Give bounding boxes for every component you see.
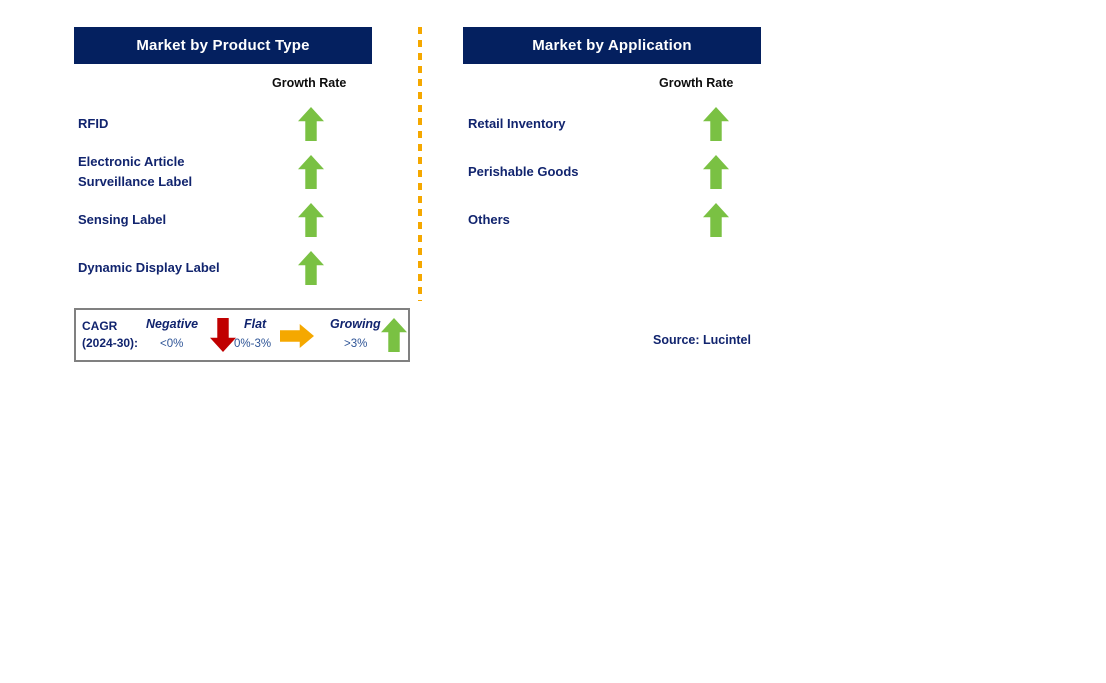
row-label-perishable-goods: Perishable Goods: [468, 164, 579, 179]
growth-indicator: [703, 155, 729, 189]
row-label-others: Others: [468, 212, 510, 227]
arrow-right-icon: [280, 324, 314, 348]
arrow-up-icon: [703, 203, 729, 237]
growth-indicator: [298, 107, 324, 141]
arrow-up-icon: [298, 203, 324, 237]
legend-range-negative: <0%: [160, 338, 184, 350]
table-row: Others: [463, 196, 803, 244]
table-row: Dynamic Display Label: [74, 244, 414, 292]
arrow-up-icon: [381, 318, 407, 352]
table-row: Sensing Label: [74, 196, 414, 244]
legend-label-growing: Growing: [330, 317, 381, 331]
table-row: Electronic Article Surveillance Label: [74, 148, 414, 196]
legend-cagr-label: CAGR (2024-30):: [82, 319, 139, 350]
product-type-row-list: RFID Electronic Article Surveillance Lab…: [74, 100, 414, 292]
arrow-up-glyph: [381, 318, 407, 352]
growth-indicator: [703, 107, 729, 141]
growth-indicator: [298, 203, 324, 237]
legend-label-negative: Negative: [146, 317, 199, 331]
growth-rate-column-header-application: Growth Rate: [659, 76, 734, 90]
table-row: Retail Inventory: [463, 100, 803, 148]
application-row-list: Retail Inventory Perishable Goods Others: [463, 100, 803, 244]
arrow-right-glyph: [280, 324, 314, 348]
table-row: RFID: [74, 100, 414, 148]
cagr-legend: CAGR (2024-30): Negative <0% Flat 0%-3% …: [74, 308, 410, 362]
arrow-up-icon: [298, 107, 324, 141]
source-note: Source: Lucintel: [653, 333, 751, 347]
legend-range-growing: >3%: [344, 338, 368, 350]
row-label-sensing-label: Sensing Label: [78, 212, 167, 227]
arrow-up-icon: [298, 251, 324, 285]
row-label-rfid: RFID: [78, 116, 109, 131]
growth-indicator: [703, 203, 729, 237]
panel-title-product-type: Market by Product Type: [74, 27, 372, 64]
arrow-down-glyph: [210, 318, 236, 352]
panel-title-application: Market by Application: [463, 27, 761, 64]
row-label-electronic-article-surveillance-label: Electronic Article Surveillance Label: [78, 154, 193, 189]
arrow-up-icon: [703, 155, 729, 189]
row-label-dynamic-display-label: Dynamic Display Label: [78, 260, 220, 275]
arrow-up-icon: [703, 107, 729, 141]
legend-label-flat: Flat: [244, 317, 267, 331]
table-row: Perishable Goods: [463, 148, 803, 196]
arrow-down-icon: [210, 318, 236, 352]
growth-rate-column-header-product: Growth Rate: [272, 76, 347, 90]
arrow-up-icon: [298, 155, 324, 189]
row-label-retail-inventory: Retail Inventory: [468, 116, 566, 131]
legend-range-flat: 0%-3%: [234, 338, 272, 350]
vertical-dashed-divider: [418, 27, 422, 301]
growth-indicator: [298, 155, 324, 189]
growth-indicator: [298, 251, 324, 285]
